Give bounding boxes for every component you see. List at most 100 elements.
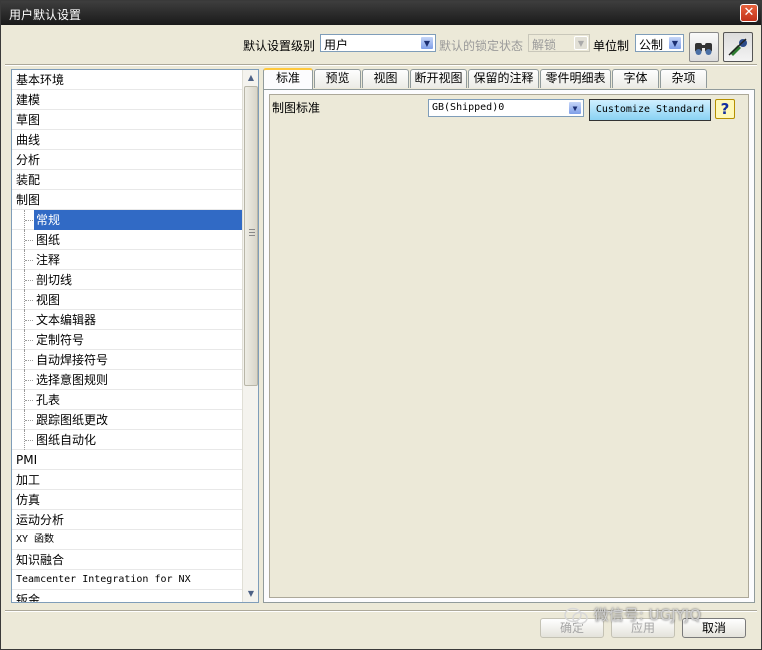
tab-retained-annotations[interactable]: 保留的注释 bbox=[468, 69, 539, 88]
tree-item[interactable]: XY 函数 bbox=[12, 530, 242, 550]
tree-item[interactable]: 孔表 bbox=[12, 390, 242, 410]
ok-button[interactable]: 确定 bbox=[540, 618, 604, 638]
tree-item-label: 建模 bbox=[16, 93, 41, 107]
tree-item[interactable]: 钣金 bbox=[12, 590, 242, 603]
tree-item-label: 基本环境 bbox=[16, 73, 65, 87]
tree-item-label: XY 函数 bbox=[16, 534, 55, 545]
tree-item[interactable]: 基本环境 bbox=[12, 70, 242, 90]
customize-standard-button[interactable]: Customize Standard bbox=[589, 99, 711, 121]
tree-item[interactable]: 草图 bbox=[12, 110, 242, 130]
tree-item[interactable]: 图纸 bbox=[12, 230, 242, 250]
tree-item-label: 草图 bbox=[16, 113, 41, 127]
tree-branch-line bbox=[24, 410, 33, 430]
tree-item-label: 装配 bbox=[16, 173, 41, 187]
window-title: 用户默认设置 bbox=[9, 8, 82, 22]
scroll-thumb[interactable] bbox=[244, 86, 258, 386]
tree-item[interactable]: 分析 bbox=[12, 150, 242, 170]
tree-item[interactable]: 剖切线 bbox=[12, 270, 242, 290]
tree-item-label: 加工 bbox=[16, 473, 41, 487]
tree-item-label: 运动分析 bbox=[16, 513, 65, 527]
tree-item-label: 视图 bbox=[36, 293, 61, 307]
binoculars-icon bbox=[695, 43, 712, 55]
default-level-select[interactable]: 用户 ▼ bbox=[320, 34, 436, 52]
tree-branch-line bbox=[24, 230, 33, 250]
chevron-down-icon: ▼ bbox=[668, 36, 682, 50]
tree-branch-line bbox=[24, 390, 33, 410]
find-default-button[interactable] bbox=[689, 32, 719, 62]
manage-defaults-button[interactable] bbox=[723, 32, 753, 62]
tab-panel: 制图标准 GB(Shipped)0 ▼ Customize Standard ? bbox=[263, 89, 755, 603]
tree-item[interactable]: 知识融合 bbox=[12, 550, 242, 570]
tree-item-label: 剖切线 bbox=[36, 273, 73, 287]
tree-item[interactable]: 建模 bbox=[12, 90, 242, 110]
tree-item[interactable]: Teamcenter Integration for NX bbox=[12, 570, 242, 590]
tree-item-label: 曲线 bbox=[16, 133, 41, 147]
tree-item[interactable]: 定制符号 bbox=[12, 330, 242, 350]
tab-misc[interactable]: 杂项 bbox=[660, 69, 707, 88]
tree-item[interactable]: 视图 bbox=[12, 290, 242, 310]
tree-branch-line bbox=[24, 350, 33, 370]
help-icon: ? bbox=[720, 100, 730, 118]
chevron-down-icon: ▼ bbox=[574, 36, 588, 50]
tree-item-label: 分析 bbox=[16, 153, 41, 167]
tree-item[interactable]: 注释 bbox=[12, 250, 242, 270]
tree-item[interactable]: 常规 bbox=[12, 210, 242, 230]
apply-button[interactable]: 应用 bbox=[611, 618, 675, 638]
tree-item[interactable]: 选择意图规则 bbox=[12, 370, 242, 390]
tree-branch-line bbox=[24, 270, 33, 290]
cancel-button[interactable]: 取消 bbox=[682, 618, 746, 638]
tab-break-view[interactable]: 断开视图 bbox=[410, 69, 467, 88]
tree-item-label: 制图 bbox=[16, 193, 41, 207]
tree-item[interactable]: PMI bbox=[12, 450, 242, 470]
tree-branch-line bbox=[24, 310, 33, 330]
tree-branch-line bbox=[24, 250, 33, 270]
title-bar[interactable]: 用户默认设置 ✕ bbox=[1, 1, 761, 25]
tree-item[interactable]: 加工 bbox=[12, 470, 242, 490]
tab-standard[interactable]: 标准 bbox=[263, 68, 313, 89]
default-level-label: 默认设置级别 bbox=[243, 39, 316, 53]
settings-tabs: 标准 预览 视图 断开视图 保留的注释 零件明细表 字体 杂项 bbox=[263, 68, 755, 89]
scroll-down-icon[interactable]: ▼ bbox=[243, 586, 258, 602]
help-button[interactable]: ? bbox=[715, 99, 735, 119]
tree-item[interactable]: 运动分析 bbox=[12, 510, 242, 530]
user-defaults-dialog: 用户默认设置 ✕ 默认设置级别 用户 ▼ 默认的锁定状态 解锁 ▼ 单位制 公制… bbox=[0, 0, 762, 650]
drafting-standard-select[interactable]: GB(Shipped)0 ▼ bbox=[428, 99, 584, 117]
toolbar-divider bbox=[5, 64, 757, 66]
tree-item[interactable]: 跟踪图纸更改 bbox=[12, 410, 242, 430]
tree-item-label: 钣金 bbox=[16, 593, 41, 603]
category-tree[interactable]: 基本环境建模草图曲线分析装配制图常规图纸注释剖切线视图文本编辑器 定制符号自动焊接… bbox=[11, 69, 259, 603]
tree-item-label: 孔表 bbox=[36, 393, 61, 407]
tree-item-label: 图纸自动化 bbox=[36, 433, 97, 447]
tree-item[interactable]: 曲线 bbox=[12, 130, 242, 150]
lock-status-value: 解锁 bbox=[532, 38, 557, 52]
tree-branch-line bbox=[24, 430, 33, 450]
default-level-value: 用户 bbox=[324, 38, 349, 52]
drafting-standard-value: GB(Shipped)0 bbox=[432, 102, 505, 113]
tree-item[interactable]: 装配 bbox=[12, 170, 242, 190]
chevron-down-icon: ▼ bbox=[568, 101, 582, 115]
drafting-standard-label: 制图标准 bbox=[272, 101, 321, 115]
tree-item-label: 图纸 bbox=[36, 233, 61, 247]
tab-view[interactable]: 视图 bbox=[362, 69, 409, 88]
tree-item[interactable]: 文本编辑器 bbox=[12, 310, 242, 330]
tree-branch-line bbox=[24, 370, 33, 390]
chevron-down-icon: ▼ bbox=[420, 36, 434, 50]
tree-scrollbar[interactable]: ▲ ▼ bbox=[242, 70, 258, 602]
unit-system-select[interactable]: 公制 ▼ bbox=[635, 34, 684, 52]
scroll-up-icon[interactable]: ▲ bbox=[243, 70, 258, 86]
tab-preview[interactable]: 预览 bbox=[314, 69, 361, 88]
tree-item-label: 选择意图规则 bbox=[36, 373, 109, 387]
tree-item-label: 注释 bbox=[36, 253, 61, 267]
tree-item[interactable]: 图纸自动化 bbox=[12, 430, 242, 450]
close-button[interactable]: ✕ bbox=[740, 4, 758, 22]
manage-icon bbox=[728, 38, 747, 56]
tree-item-label: 跟踪图纸更改 bbox=[36, 413, 109, 427]
tab-parts-list[interactable]: 零件明细表 bbox=[540, 69, 611, 88]
tree-item[interactable]: 自动焊接符号 bbox=[12, 350, 242, 370]
tree-item[interactable]: 制图 bbox=[12, 190, 242, 210]
unit-system-value: 公制 bbox=[639, 38, 664, 52]
tree-item-label: 自动焊接符号 bbox=[36, 353, 109, 367]
tree-branch-line bbox=[24, 330, 33, 350]
tab-font[interactable]: 字体 bbox=[612, 69, 659, 88]
tree-item[interactable]: 仿真 bbox=[12, 490, 242, 510]
